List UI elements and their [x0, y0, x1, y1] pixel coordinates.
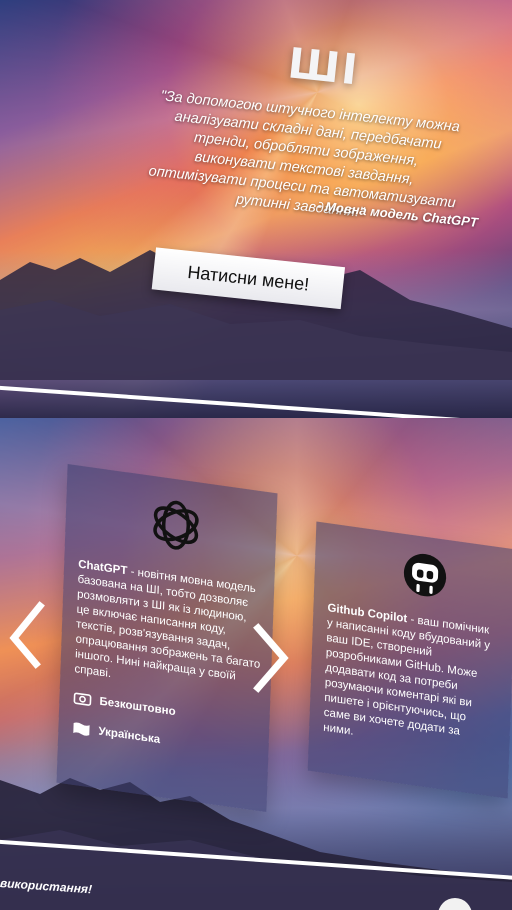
copilot-text: - ваш помічник у написанні коду вбудован…	[323, 613, 491, 738]
chevron-right-icon	[253, 623, 289, 693]
price-row: Безкоштовно	[73, 691, 176, 719]
language-label: Українська	[98, 725, 161, 747]
chatgpt-card[interactable]: ChatGPT - новітня мовна модель базована …	[56, 463, 278, 813]
click-me-button[interactable]: Натисни мене!	[151, 247, 346, 310]
hero-title: ШІ	[285, 38, 362, 95]
hero-content: ШІ "За допомогою штучного інтелекту можн…	[0, 0, 512, 420]
next-arrow[interactable]	[250, 618, 290, 708]
chevron-left-icon	[9, 601, 45, 669]
price-label: Безкоштовно	[99, 695, 176, 719]
openai-logo-icon	[153, 500, 199, 550]
chatgpt-text: - новітня мовна модель базована на ШІ, т…	[74, 565, 261, 683]
github-copilot-icon	[403, 553, 447, 597]
copilot-description: Github Copilot - ваш помічник у написанн…	[323, 601, 496, 759]
chatgpt-description: ChatGPT - новітня мовна модель базована …	[74, 558, 263, 703]
flag-icon	[73, 722, 90, 736]
github-copilot-card[interactable]: Github Copilot - ваш помічник у написанн…	[307, 521, 512, 799]
hero-section: ШІ "За допомогою штучного інтелекту можн…	[0, 0, 512, 420]
prev-arrow[interactable]	[6, 598, 46, 688]
language-row: Українська	[72, 721, 160, 747]
page: ШІ "За допомогою штучного інтелекту можн…	[0, 0, 512, 910]
money-icon	[73, 692, 92, 706]
